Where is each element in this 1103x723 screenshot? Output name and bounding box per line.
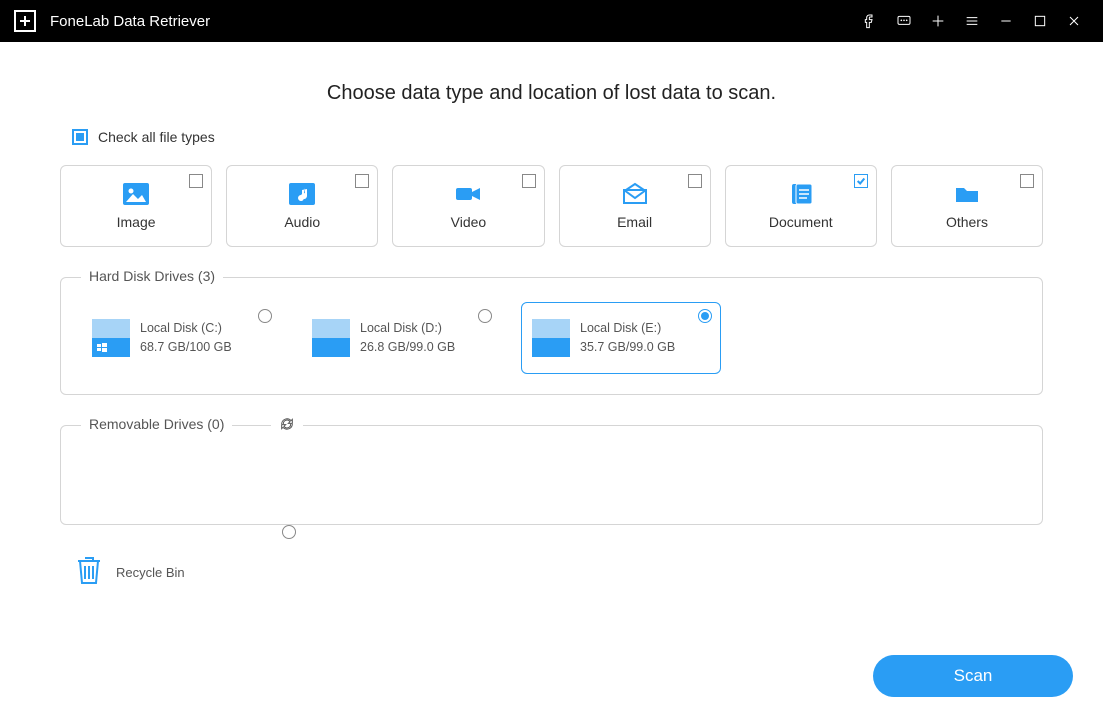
drive-e[interactable]: Local Disk (E:) 35.7 GB/99.0 GB xyxy=(521,302,721,374)
recycle-bin-option[interactable]: Recycle Bin xyxy=(76,555,276,590)
drive-e-radio[interactable] xyxy=(698,309,712,323)
drive-c-size: 68.7 GB/100 GB xyxy=(140,338,232,357)
email-icon xyxy=(621,182,649,206)
type-document-label: Document xyxy=(769,214,833,230)
close-icon[interactable] xyxy=(1057,0,1091,42)
drive-icon xyxy=(532,319,570,357)
others-icon xyxy=(953,182,981,206)
drive-c-radio[interactable] xyxy=(258,309,272,323)
drive-icon xyxy=(312,319,350,357)
recycle-bin-radio[interactable] xyxy=(282,525,296,539)
menu-icon[interactable] xyxy=(955,0,989,42)
type-card-others[interactable]: Others xyxy=(891,165,1043,247)
titlebar: FoneLab Data Retriever xyxy=(0,0,1103,42)
check-all-label: Check all file types xyxy=(98,129,215,145)
type-others-checkbox[interactable] xyxy=(1020,174,1034,188)
hard-disk-legend: Hard Disk Drives (3) xyxy=(81,268,223,284)
drive-e-text: Local Disk (E:) 35.7 GB/99.0 GB xyxy=(580,319,675,357)
refresh-button[interactable] xyxy=(271,416,303,437)
recycle-bin-icon xyxy=(76,555,102,590)
drive-d-name: Local Disk (D:) xyxy=(360,319,455,338)
audio-icon xyxy=(288,182,316,206)
page-headline: Choose data type and location of lost da… xyxy=(60,82,1043,105)
drive-e-size: 35.7 GB/99.0 GB xyxy=(580,338,675,357)
feedback-icon[interactable] xyxy=(887,0,921,42)
type-audio-checkbox[interactable] xyxy=(355,174,369,188)
drive-c-text: Local Disk (C:) 68.7 GB/100 GB xyxy=(140,319,232,357)
facebook-icon[interactable] xyxy=(853,0,887,42)
document-icon xyxy=(787,182,815,206)
type-card-image[interactable]: Image xyxy=(60,165,212,247)
type-video-label: Video xyxy=(451,214,487,230)
type-document-checkbox[interactable] xyxy=(854,174,868,188)
drive-d-size: 26.8 GB/99.0 GB xyxy=(360,338,455,357)
drives-row: Local Disk (C:) 68.7 GB/100 GB Local Dis… xyxy=(81,302,1022,374)
main-content: Choose data type and location of lost da… xyxy=(0,42,1103,610)
plus-icon[interactable] xyxy=(921,0,955,42)
type-image-checkbox[interactable] xyxy=(189,174,203,188)
scan-button[interactable]: Scan xyxy=(873,655,1073,697)
type-others-label: Others xyxy=(946,214,988,230)
hard-disk-section: Hard Disk Drives (3) Local Disk (C:) 68.… xyxy=(60,277,1043,395)
type-card-document[interactable]: Document xyxy=(725,165,877,247)
video-icon xyxy=(454,182,482,206)
app-logo-icon xyxy=(14,10,36,32)
drive-c-name: Local Disk (C:) xyxy=(140,319,232,338)
check-all-checkbox[interactable] xyxy=(72,129,88,145)
removable-legend: Removable Drives (0) xyxy=(81,416,232,432)
recycle-bin-label: Recycle Bin xyxy=(116,565,185,580)
type-email-checkbox[interactable] xyxy=(688,174,702,188)
drive-d[interactable]: Local Disk (D:) 26.8 GB/99.0 GB xyxy=(301,302,501,374)
type-video-checkbox[interactable] xyxy=(522,174,536,188)
removable-section: Removable Drives (0) xyxy=(60,425,1043,525)
type-email-label: Email xyxy=(617,214,652,230)
drive-d-text: Local Disk (D:) 26.8 GB/99.0 GB xyxy=(360,319,455,357)
check-all-file-types[interactable]: Check all file types xyxy=(72,129,1043,145)
drive-c[interactable]: Local Disk (C:) 68.7 GB/100 GB xyxy=(81,302,281,374)
refresh-icon xyxy=(279,419,295,436)
file-types-row: Image Audio Video Email Document Others xyxy=(60,165,1043,247)
minimize-icon[interactable] xyxy=(989,0,1023,42)
drive-icon xyxy=(92,319,130,357)
app-title: FoneLab Data Retriever xyxy=(50,13,210,30)
type-card-email[interactable]: Email xyxy=(559,165,711,247)
type-card-audio[interactable]: Audio xyxy=(226,165,378,247)
type-audio-label: Audio xyxy=(284,214,320,230)
maximize-icon[interactable] xyxy=(1023,0,1057,42)
type-image-label: Image xyxy=(117,214,156,230)
type-card-video[interactable]: Video xyxy=(392,165,544,247)
image-icon xyxy=(122,182,150,206)
drive-d-radio[interactable] xyxy=(478,309,492,323)
drive-e-name: Local Disk (E:) xyxy=(580,319,675,338)
